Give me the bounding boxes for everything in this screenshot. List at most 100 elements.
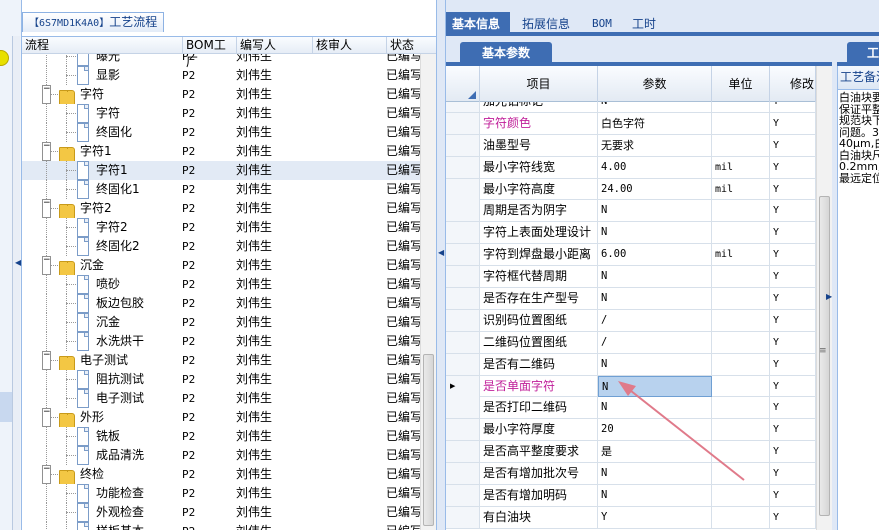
- collapse-node-icon[interactable]: −: [42, 256, 51, 275]
- param-row[interactable]: 是否有增加明码 N Y: [446, 485, 816, 507]
- param-row[interactable]: 字符到焊盘最小距离 6.00 mil Y: [446, 244, 816, 267]
- row-indicator[interactable]: [446, 266, 480, 288]
- tree-node-cell[interactable]: 外观检查: [22, 503, 182, 522]
- row-indicator[interactable]: [446, 178, 480, 200]
- tab-process-notes[interactable]: 工: [847, 42, 879, 64]
- tree-node-cell[interactable]: 样板基本: [22, 522, 182, 530]
- param-row[interactable]: 二维码位置图纸 / Y: [446, 331, 816, 354]
- tree-step-row[interactable]: 水洗烘干 P2 刘伟生 已编写: [22, 332, 420, 351]
- tree-folder-row[interactable]: − 沉金 P2 刘伟生 已编写: [22, 256, 420, 275]
- tree-step-row[interactable]: 喷砂 P2 刘伟生 已编写: [22, 275, 420, 294]
- tree-folder-row[interactable]: − 外形 P2 刘伟生 已编写: [22, 408, 420, 427]
- param-row[interactable]: 字符颜色 白色字符 Y: [446, 112, 816, 135]
- param-value-cell[interactable]: 4.00: [598, 156, 712, 178]
- collapse-node-icon[interactable]: −: [42, 465, 51, 484]
- tree-node-cell[interactable]: 曝光: [22, 54, 182, 66]
- param-row[interactable]: 是否存在生产型号 N Y: [446, 288, 816, 310]
- tree-node-cell[interactable]: − 终检: [22, 465, 182, 484]
- tree-step-row[interactable]: 功能检查 P2 刘伟生 已编写: [22, 484, 420, 503]
- tree-node-cell[interactable]: 终固化1: [22, 180, 182, 199]
- tree-node-cell[interactable]: 字符1: [22, 161, 182, 180]
- param-row[interactable]: 是否有二维码 N Y: [446, 353, 816, 376]
- param-value-cell[interactable]: N: [598, 102, 712, 112]
- tree-node-cell[interactable]: 沉金: [22, 313, 182, 332]
- collapse-node-icon[interactable]: −: [42, 199, 51, 218]
- param-row[interactable]: 识别码位置图纸 / Y: [446, 309, 816, 332]
- column-process[interactable]: 流程: [22, 37, 182, 54]
- param-row[interactable]: 字符框代替周期 N Y: [446, 266, 816, 289]
- tree-node-cell[interactable]: − 沉金: [22, 256, 182, 275]
- column-writer[interactable]: 编写人: [236, 37, 312, 54]
- row-indicator[interactable]: [446, 375, 480, 397]
- tree-folder-row[interactable]: − 字符2 P2 刘伟生 已编写: [22, 199, 420, 218]
- param-value-cell[interactable]: N: [598, 397, 712, 419]
- tree-node-cell[interactable]: 字符: [22, 104, 182, 123]
- tree-step-row[interactable]: 板边包胶 P2 刘伟生 已编写: [22, 294, 420, 313]
- tab-extended-info[interactable]: 拓展信息: [516, 12, 576, 36]
- tab-basic-params[interactable]: 基本参数: [460, 42, 553, 64]
- grid-scrollbar-thumb[interactable]: [819, 196, 830, 516]
- tree-step-row[interactable]: 显影 P2 刘伟生 已编写: [22, 66, 420, 85]
- column-param[interactable]: 参数: [598, 66, 712, 102]
- param-value-cell[interactable]: 白色字符: [598, 112, 712, 134]
- param-value-cell[interactable]: 20: [598, 419, 712, 441]
- tree-step-row[interactable]: 曝光 P2 刘伟生 已编写: [22, 54, 420, 66]
- tree-node-cell[interactable]: − 字符1: [22, 142, 182, 161]
- param-row[interactable]: 最小字符高度 24.00 mil Y: [446, 178, 816, 201]
- tree-node-cell[interactable]: 阻抗测试: [22, 370, 182, 389]
- tree-node-cell[interactable]: − 外形: [22, 408, 182, 427]
- tab-basic-info[interactable]: 基本信息: [446, 12, 510, 36]
- param-value-cell[interactable]: N: [598, 288, 712, 310]
- param-value-cell[interactable]: 是: [598, 441, 712, 463]
- param-value-cell[interactable]: 6.00: [598, 244, 712, 266]
- param-row[interactable]: 油墨型号 无要求 Y: [446, 134, 816, 157]
- column-item[interactable]: 项目: [480, 66, 598, 102]
- tree-node-cell[interactable]: 铣板: [22, 427, 182, 446]
- param-row[interactable]: 周期是否为阴字 N Y: [446, 200, 816, 223]
- param-row[interactable]: 字符上表面处理设计 N Y: [446, 222, 816, 245]
- tree-node-cell[interactable]: 水洗烘干: [22, 332, 182, 351]
- tree-node-cell[interactable]: 终固化2: [22, 237, 182, 256]
- param-value-cell[interactable]: N: [598, 222, 712, 244]
- tab-work-hours[interactable]: 工时: [626, 12, 662, 36]
- param-value-cell[interactable]: 24.00: [598, 178, 712, 200]
- tree-step-row[interactable]: 终固化2 P2 刘伟生 已编写: [22, 237, 420, 256]
- tree-step-row[interactable]: 铣板 P2 刘伟生 已编写: [22, 427, 420, 446]
- tree-node-cell[interactable]: 显影: [22, 66, 182, 85]
- tree-step-row[interactable]: 终固化1 P2 刘伟生 已编写: [22, 180, 420, 199]
- collapse-node-icon[interactable]: −: [42, 351, 51, 370]
- tree-step-row[interactable]: 字符2 P2 刘伟生 已编写: [22, 218, 420, 237]
- param-row[interactable]: 有白油块 Y Y: [446, 506, 816, 529]
- param-value-cell[interactable]: N: [598, 485, 712, 507]
- tree-step-row[interactable]: 字符 P2 刘伟生 已编写: [22, 104, 420, 123]
- left-panel-selected-row[interactable]: [0, 392, 12, 422]
- status-indicator-icon[interactable]: [0, 50, 9, 66]
- param-value-cell[interactable]: N: [598, 200, 712, 222]
- tree-step-row[interactable]: 成品清洗 P2 刘伟生 已编写: [22, 446, 420, 465]
- tree-folder-row[interactable]: − 字符1 P2 刘伟生 已编写: [22, 142, 420, 161]
- row-indicator[interactable]: [446, 309, 480, 331]
- row-indicator[interactable]: [446, 331, 480, 353]
- collapse-node-icon[interactable]: −: [42, 85, 51, 104]
- tree-step-row[interactable]: 沉金 P2 刘伟生 已编写: [22, 313, 420, 332]
- param-row[interactable]: 最小字符线宽 4.00 mil Y: [446, 156, 816, 179]
- tree-step-row[interactable]: 电子测试 P2 刘伟生 已编写: [22, 389, 420, 408]
- collapse-node-icon[interactable]: −: [42, 408, 51, 427]
- collapse-left-arrow-icon[interactable]: ◀: [15, 258, 21, 267]
- tree-folder-row[interactable]: − 电子测试 P2 刘伟生 已编写: [22, 351, 420, 370]
- process-panel-title-tab[interactable]: 【6S7MD1K4A0】工艺流程: [22, 12, 165, 32]
- row-indicator[interactable]: [446, 288, 480, 310]
- column-reviewer[interactable]: 核审人: [312, 37, 386, 54]
- param-row[interactable]: 是否打印二维码 N Y: [446, 397, 816, 420]
- row-indicator[interactable]: [446, 112, 480, 134]
- param-row[interactable]: 是否单面字符N Y: [446, 375, 816, 398]
- vertical-splitter[interactable]: ◀: [436, 0, 446, 530]
- right-splitter-arrow-icon[interactable]: ▶: [826, 292, 832, 301]
- column-editable[interactable]: 修改: [770, 66, 816, 102]
- splitter-arrow-icon[interactable]: ◀: [438, 248, 444, 257]
- param-value-cell[interactable]: /: [598, 309, 712, 331]
- param-value-cell[interactable]: N: [598, 266, 712, 288]
- tree-node-cell[interactable]: − 字符2: [22, 199, 182, 218]
- row-indicator[interactable]: [446, 134, 480, 156]
- row-indicator[interactable]: [446, 102, 480, 112]
